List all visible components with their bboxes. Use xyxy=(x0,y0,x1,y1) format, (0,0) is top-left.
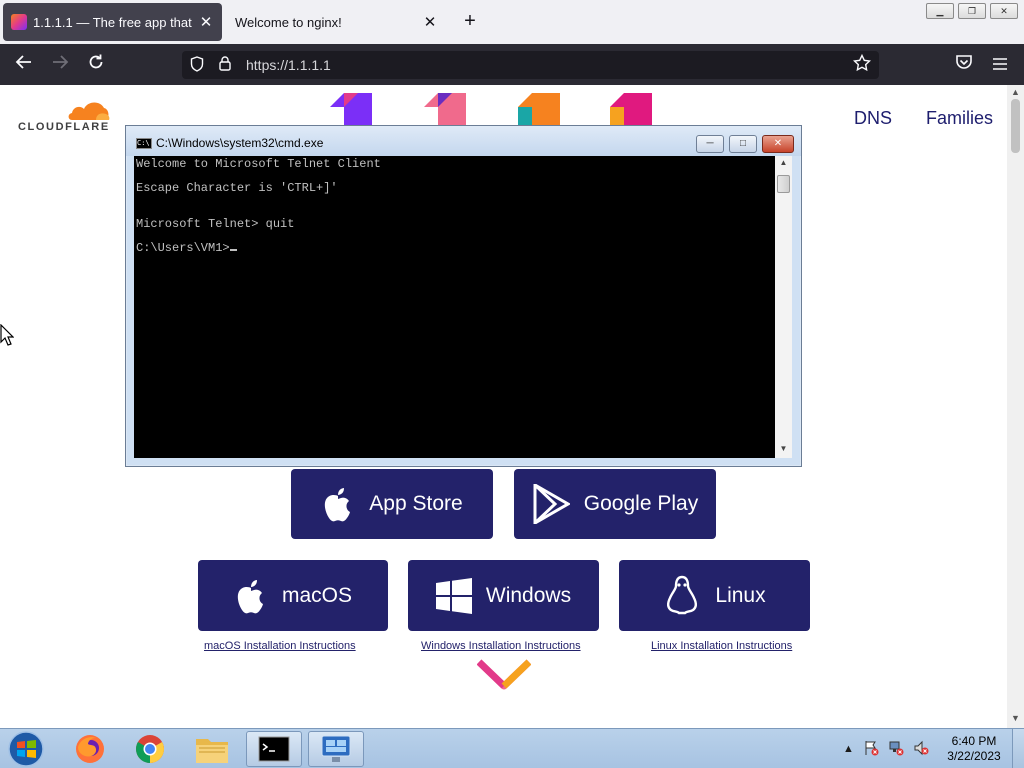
cmd-icon xyxy=(258,736,290,762)
hero-one-graphic-magenta xyxy=(610,93,652,127)
google-play-label: Google Play xyxy=(583,492,699,515)
console-line: Escape Character is 'CTRL+]' xyxy=(136,181,338,195)
linux-label: Linux xyxy=(715,583,766,607)
scroll-up-arrow-icon[interactable]: ▲ xyxy=(1007,87,1024,97)
pocket-icon[interactable] xyxy=(952,53,976,77)
windows-start-button[interactable] xyxy=(6,731,46,767)
clock-time: 6:40 PM xyxy=(951,734,997,748)
taskbar: ▲ 6:40 PM 3/22/2023 xyxy=(0,728,1024,768)
taskbar-firefox[interactable] xyxy=(62,731,118,767)
cloudflare-logo[interactable]: CLOUDFLARE xyxy=(18,99,114,139)
app-store-button[interactable]: App Store xyxy=(291,469,493,539)
hamburger-menu-icon[interactable] xyxy=(988,53,1012,77)
bookmark-star-icon[interactable] xyxy=(852,53,872,77)
browser-navbar: https://1.1.1.1 xyxy=(0,44,1024,85)
windows-label: Windows xyxy=(485,583,572,607)
cmd-app-icon: C:\ xyxy=(136,138,152,149)
console-line: Microsoft Telnet> quit xyxy=(136,217,295,231)
hero-one-graphic-pink xyxy=(424,93,466,127)
url-text: https://1.1.1.1 xyxy=(246,57,331,73)
windows-download-button[interactable]: Windows xyxy=(408,560,599,631)
system-tray: ▲ xyxy=(843,733,938,765)
macos-download-button[interactable]: macOS xyxy=(198,560,388,631)
app-store-label: App Store xyxy=(369,492,463,515)
linux-instructions-link[interactable]: Linux Installation Instructions xyxy=(651,640,792,652)
hero-one-graphic-orange xyxy=(518,93,560,127)
action-center-flag-icon[interactable] xyxy=(863,740,879,759)
tab-close-icon[interactable]: ✕ xyxy=(420,13,440,31)
network-icon[interactable] xyxy=(888,740,904,759)
firefox-icon xyxy=(76,735,104,763)
browser-tab-strip: 1.1.1.1 — The free app that mak ✕ Welcom… xyxy=(0,0,1024,44)
reload-icon[interactable] xyxy=(84,53,108,77)
console-prompt: C:\Users\VM1> xyxy=(136,241,230,255)
volume-muted-icon[interactable] xyxy=(913,740,929,759)
cmd-title-bar[interactable]: C:\ C:\Windows\system32\cmd.exe ─ □ ✕ xyxy=(126,126,801,156)
cmd-console[interactable]: Welcome to Microsoft Telnet Client Escap… xyxy=(134,156,775,458)
console-prompt-line: C:\Users\VM1> xyxy=(136,241,237,255)
windows-logo-icon xyxy=(435,577,472,614)
cmd-scrollbar[interactable]: ▲ ▼ xyxy=(775,156,792,458)
window-maximize-button[interactable]: ❐ xyxy=(958,3,986,19)
chrome-icon xyxy=(136,735,164,763)
window-close-button[interactable]: ✕ xyxy=(990,3,1018,19)
show-desktop-button[interactable] xyxy=(1012,729,1024,768)
taskbar-cmd[interactable] xyxy=(246,731,302,767)
mouse-pointer-icon xyxy=(0,324,14,346)
cmd-minimize-button[interactable]: ─ xyxy=(696,135,724,153)
scroll-down-arrow-icon[interactable]: ▼ xyxy=(1007,713,1024,723)
cmd-window[interactable]: C:\ C:\Windows\system32\cmd.exe ─ □ ✕ We… xyxy=(125,125,802,467)
scrollbar-thumb[interactable] xyxy=(1011,99,1020,153)
linux-tux-icon xyxy=(667,575,698,614)
tray-expand-arrow-icon[interactable]: ▲ xyxy=(843,743,854,755)
nav-link-dns[interactable]: DNS xyxy=(854,108,892,129)
tab-title: 1.1.1.1 — The free app that mak xyxy=(33,14,196,30)
new-tab-button[interactable]: + xyxy=(459,10,481,32)
cmd-maximize-button[interactable]: □ xyxy=(729,135,757,153)
taskbar-clock[interactable]: 6:40 PM 3/22/2023 xyxy=(942,734,1006,764)
macos-instructions-link[interactable]: macOS Installation Instructions xyxy=(204,640,356,652)
apple-icon xyxy=(325,488,351,522)
cmd-scroll-up-arrow-icon[interactable]: ▲ xyxy=(775,158,792,167)
hero-one-graphic-purple xyxy=(330,93,372,127)
remote-desktop-icon xyxy=(321,735,351,762)
tab-cloudflare[interactable]: 1.1.1.1 — The free app that mak ✕ xyxy=(3,3,222,41)
window-minimize-button[interactable]: ▁ xyxy=(926,3,954,19)
folder-icon xyxy=(196,739,228,763)
macos-label: macOS xyxy=(281,583,352,607)
url-bar[interactable]: https://1.1.1.1 xyxy=(182,51,879,79)
back-arrow-icon[interactable] xyxy=(12,53,36,77)
text-cursor xyxy=(229,249,237,251)
cloud-icon xyxy=(68,102,110,120)
taskbar-file-explorer[interactable] xyxy=(184,731,240,767)
nav-link-families[interactable]: Families xyxy=(926,108,993,129)
tab-nginx[interactable]: Welcome to nginx! ✕ xyxy=(226,3,446,41)
cmd-scroll-down-arrow-icon[interactable]: ▼ xyxy=(775,444,792,453)
cmd-close-button[interactable]: ✕ xyxy=(762,135,794,153)
clock-date: 3/22/2023 xyxy=(947,749,1001,763)
taskbar-chrome[interactable] xyxy=(122,731,178,767)
page-scrollbar[interactable]: ▲ ▼ xyxy=(1007,85,1024,728)
linux-download-button[interactable]: Linux xyxy=(619,560,810,631)
forward-arrow-icon[interactable] xyxy=(48,53,72,77)
cmd-title: C:\Windows\system32\cmd.exe xyxy=(156,136,324,150)
tab-title: Welcome to nginx! xyxy=(235,14,342,30)
apple-icon xyxy=(237,579,263,613)
cloudflare-favicon-icon xyxy=(11,14,27,30)
google-play-icon xyxy=(533,484,570,524)
cloudflare-wordmark: CLOUDFLARE xyxy=(18,121,110,133)
console-line: Welcome to Microsoft Telnet Client xyxy=(136,157,381,171)
cmd-scrollbar-thumb[interactable] xyxy=(777,175,790,193)
google-play-button[interactable]: Google Play xyxy=(514,469,716,539)
tab-close-icon[interactable]: ✕ xyxy=(196,13,216,31)
shield-icon[interactable] xyxy=(186,55,208,75)
scroll-down-chevron-icon[interactable] xyxy=(477,658,531,690)
taskbar-remote-desktop[interactable] xyxy=(308,731,364,767)
lock-icon[interactable] xyxy=(214,56,236,74)
windows-instructions-link[interactable]: Windows Installation Instructions xyxy=(421,640,581,652)
